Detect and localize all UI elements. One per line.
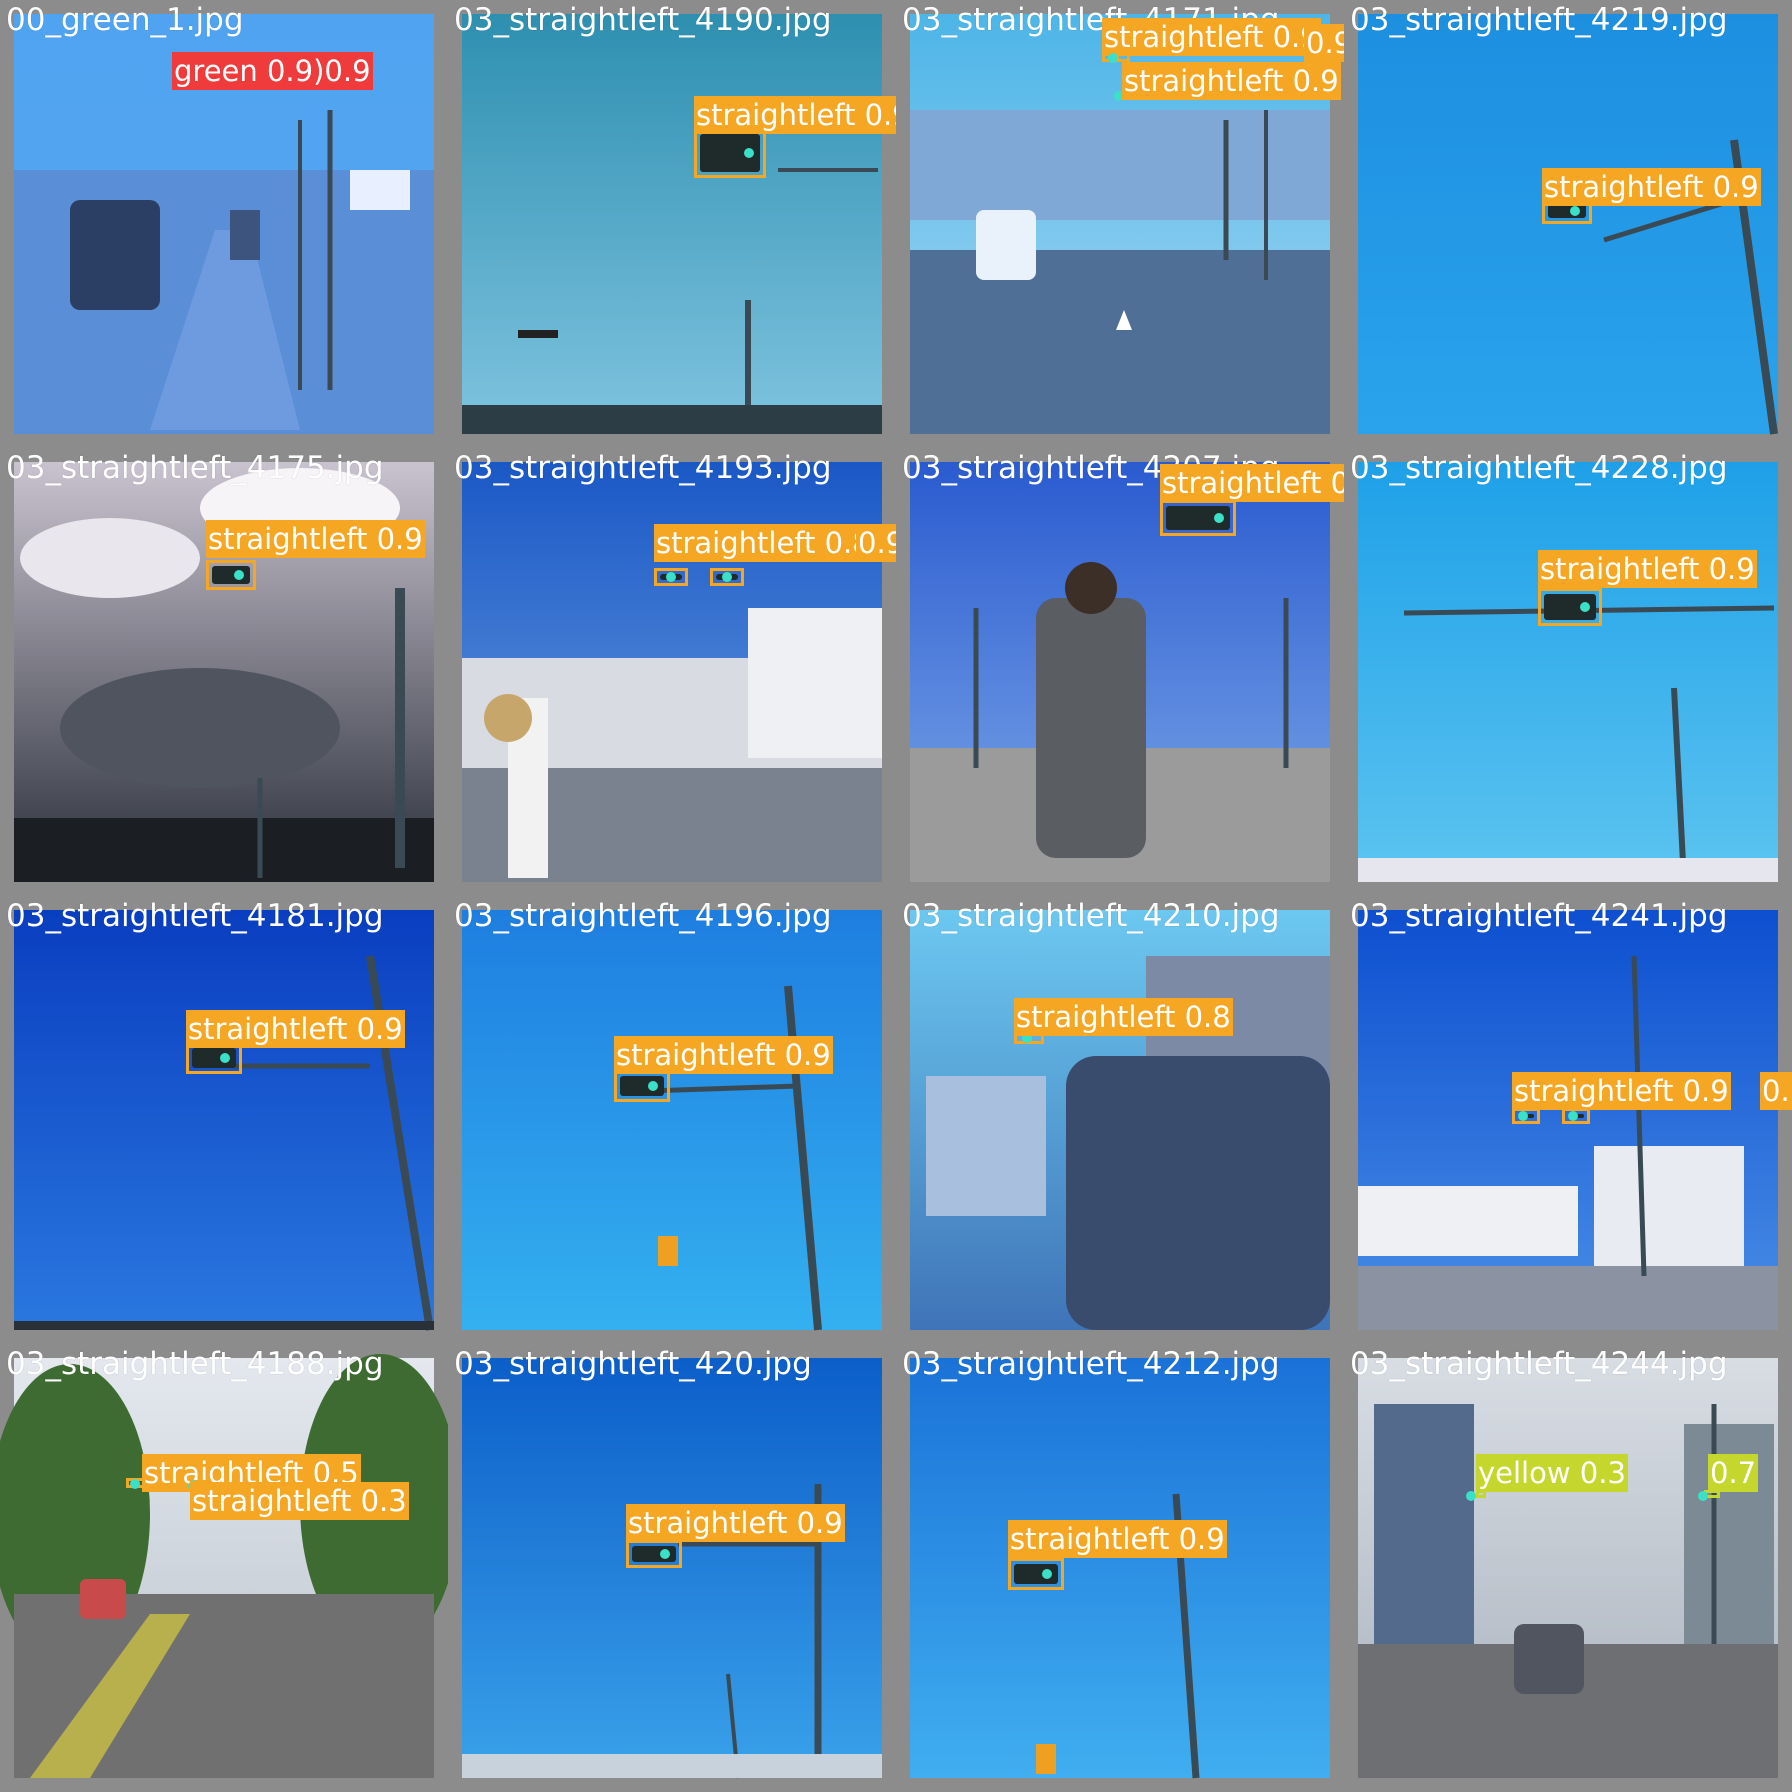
detection-label: straightleft 0.9 [1008,1520,1227,1558]
detection-mosaic: 00_green_1.jpggreen 0.9)0.9 03_straightl… [0,0,1792,1792]
mosaic-tile: 03_straightleft_4241.jpg straightleft 0.9… [1344,896,1792,1344]
traffic-light-icon [1014,1564,1058,1584]
tile-filename: 03_straightleft_420.jpg [454,1346,812,1382]
detection-label: straightleft 0.9 [626,1504,845,1542]
mosaic-tile: 03_straightleft_4175.jpg straightleft 0.9 [0,448,448,896]
tile-filename: 03_straightleft_4228.jpg [1350,450,1728,486]
tile-filename: 03_straightleft_4181.jpg [6,898,384,934]
mosaic-tile: 03_straightleft_4219.jpg straightleft 0.9 [1344,0,1792,448]
detection-label: yellow 0.3 [1476,1454,1628,1492]
traffic-light-icon [212,566,250,584]
mosaic-tile: 03_straightleft_4212.jpg straightleft 0.9 [896,1344,1344,1792]
tile-filename: 03_straightleft_4196.jpg [454,898,832,934]
detection-label: straightleft 0.9 [1542,168,1761,206]
mosaic-tile: 03_straightleft_4228.jpg straightleft 0.9 [1344,448,1792,896]
tile-filename: 00_green_1.jpg [6,2,244,38]
detection-label: straightleft 0.9 [1538,550,1757,588]
detection-box [1562,1108,1590,1124]
detection-box [654,568,688,586]
traffic-light-icon [1568,1111,1584,1121]
mosaic-tile: 03_straightleft_4244.jpgyellow 0.3 0.7 [1344,1344,1792,1792]
detection-label: 0. [1760,1072,1792,1110]
traffic-light-icon [192,1048,236,1068]
tile-photo [1344,1344,1792,1792]
tile-filename: 03_straightleft_4212.jpg [902,1346,1280,1382]
tile-photo [448,896,896,1344]
detection-label: straightleft 0.9 [694,96,896,134]
mosaic-tile: 03_straightleft_4193.jpg straightleft 0.8… [448,448,896,896]
detection-label: 0.9 [1304,24,1344,62]
traffic-light-icon [620,1076,664,1096]
mosaic-tile: 03_straightleft_4181.jpg straightleft 0.9 [0,896,448,1344]
detection-box [1160,500,1236,536]
tile-photo [0,448,448,896]
traffic-light-icon [1166,506,1230,530]
mosaic-tile: 00_green_1.jpggreen 0.9)0.9 [0,0,448,448]
detection-box [1108,52,1130,63]
detection-box [206,560,256,590]
detection-label: straightleft 0.8 [1014,998,1233,1036]
traffic-light-icon [1518,1111,1534,1121]
detection-label: green 0.9)0.9 [172,52,373,90]
detection-label: straightleft 0.9 [1512,1072,1731,1110]
mosaic-tile: 03_straightleft_4190.jpg straightleft 0.9 [448,0,896,448]
tile-filename: 03_straightleft_4175.jpg [6,450,384,486]
mosaic-tile: 03_straightleft_4196.jpg straightleft 0.9 [448,896,896,1344]
tile-filename: 03_straightleft_4244.jpg [1350,1346,1728,1382]
mosaic-tile: 03_straightleft_4210.jpg straightleft 0.8 [896,896,1344,1344]
detection-box [626,1540,682,1568]
mosaic-tile: 03_straightleft_420.jpg straightleft 0.9 [448,1344,896,1792]
tile-photo [1344,448,1792,896]
detection-label: straightleft 0.9 [1122,62,1341,100]
detection-label: straightleft 0.3 [190,1482,409,1520]
detection-box [1512,1108,1540,1124]
traffic-light-icon [700,134,760,172]
traffic-light-icon [1548,204,1586,218]
tile-photo [448,0,896,448]
traffic-light-icon [632,1546,676,1562]
traffic-light-icon [1544,594,1596,620]
detection-label: straightleft 0.8 [654,524,873,562]
tile-filename: 03_straightleft_4193.jpg [454,450,832,486]
detection-label: straightleft 0.9 [206,520,425,558]
detection-label: straightleft 0.9 [1102,18,1321,56]
tile-photo [0,896,448,1344]
detection-box [694,128,766,178]
tile-photo [896,896,1344,1344]
tile-photo [896,448,1344,896]
detection-label: 0.9 [856,524,896,562]
tile-filename: 03_straightleft_4210.jpg [902,898,1280,934]
mosaic-tile: 03_straightleft_4171.jpg straightleft 0.9… [896,0,1344,448]
traffic-light-icon [716,572,738,582]
tile-photo [448,448,896,896]
detection-box [1538,588,1602,626]
detection-box [614,1070,670,1102]
detection-label: straightleft 0.9 [186,1010,405,1048]
tile-filename: 03_straightleft_4190.jpg [454,2,832,38]
tile-filename: 03_straightleft_4219.jpg [1350,2,1728,38]
detection-box [710,568,744,586]
tile-photo [896,1344,1344,1792]
tile-filename: 03_straightleft_4241.jpg [1350,898,1728,934]
tile-photo [0,1344,448,1792]
detection-label: straightleft 0.9 [1160,464,1344,502]
detection-label: straightleft 0.9 [614,1036,833,1074]
detection-box [1008,1558,1064,1590]
tile-filename: 03_straightleft_4188.jpg [6,1346,384,1382]
tile-photo [448,1344,896,1792]
detection-label: 0.7 [1708,1454,1759,1492]
mosaic-tile: 03_straightleft_4188.jpg straightleft 0.5… [0,1344,448,1792]
traffic-light-icon [660,572,682,582]
tile-photo [1344,0,1792,448]
mosaic-tile: 03_straightleft_4207.jpgstraightleft 0.9 [896,448,1344,896]
